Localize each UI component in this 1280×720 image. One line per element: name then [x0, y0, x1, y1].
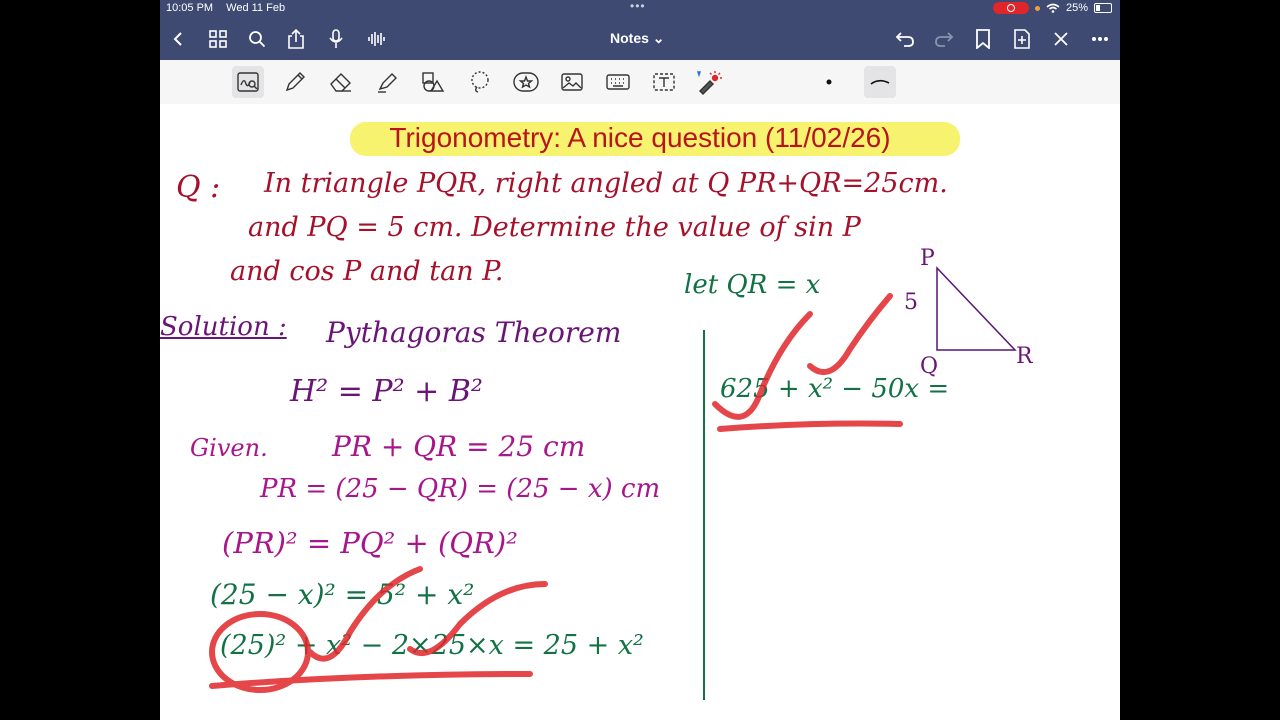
mic-icon[interactable]: [323, 26, 349, 52]
sticker-icon[interactable]: [512, 68, 540, 96]
underline-mark: [717, 420, 903, 432]
tick-mark: [307, 566, 423, 662]
image-icon[interactable]: [558, 68, 586, 96]
lasso-icon[interactable]: [466, 68, 494, 96]
redo-icon[interactable]: [931, 26, 957, 52]
notebook-title-menu[interactable]: Notes ⌄: [610, 30, 665, 47]
eraser-icon[interactable]: [327, 68, 355, 96]
tick-mark: [712, 311, 813, 420]
keyboard-icon[interactable]: [604, 68, 632, 96]
status-date: Wed 11 Feb: [226, 2, 286, 14]
pen-icon[interactable]: [281, 68, 309, 96]
screen-recording-icon[interactable]: [992, 2, 1029, 14]
mic-indicator-icon: [1034, 5, 1040, 11]
tick-mark: [807, 293, 893, 376]
undo-icon[interactable]: [892, 26, 918, 52]
handwriting-icon[interactable]: [232, 66, 264, 98]
battery-icon: [1094, 3, 1112, 13]
wifi-icon: [1046, 3, 1060, 13]
note-canvas[interactable]: Trigonometry: A nice question (11/02/26)…: [160, 104, 1120, 720]
app-window: 10:05 PM Wed 11 Feb ••• 25% Notes ⌄ Trig…: [160, 0, 1120, 720]
tick-mark: [407, 581, 548, 656]
bookmark-icon[interactable]: [970, 26, 996, 52]
drawing-toolbar: [160, 60, 1120, 105]
add-page-icon[interactable]: [1009, 26, 1035, 52]
multitasking-dots-icon[interactable]: •••: [630, 0, 646, 13]
grid-icon[interactable]: [205, 26, 231, 52]
more-icon[interactable]: [1087, 26, 1113, 52]
back-icon[interactable]: [166, 26, 192, 52]
dot-size-icon[interactable]: [815, 68, 843, 96]
textbox-icon[interactable]: [650, 68, 678, 96]
annotation-marks: [209, 293, 903, 693]
shapes-icon[interactable]: [419, 68, 447, 96]
status-time: 10:05 PM: [166, 2, 214, 14]
share-icon[interactable]: [283, 26, 309, 52]
underline-mark: [209, 671, 533, 689]
close-icon[interactable]: [1048, 26, 1074, 52]
highlighter-icon[interactable]: [373, 68, 401, 96]
nav-bar: Notes ⌄: [160, 18, 1120, 60]
status-bar: 10:05 PM Wed 11 Feb ••• 25%: [160, 0, 1120, 18]
waveform-icon[interactable]: [363, 26, 389, 52]
search-icon[interactable]: [244, 26, 270, 52]
battery-percent: 25%: [1065, 2, 1088, 14]
stroke-icon[interactable]: [864, 66, 896, 98]
laser-icon[interactable]: [695, 68, 723, 96]
